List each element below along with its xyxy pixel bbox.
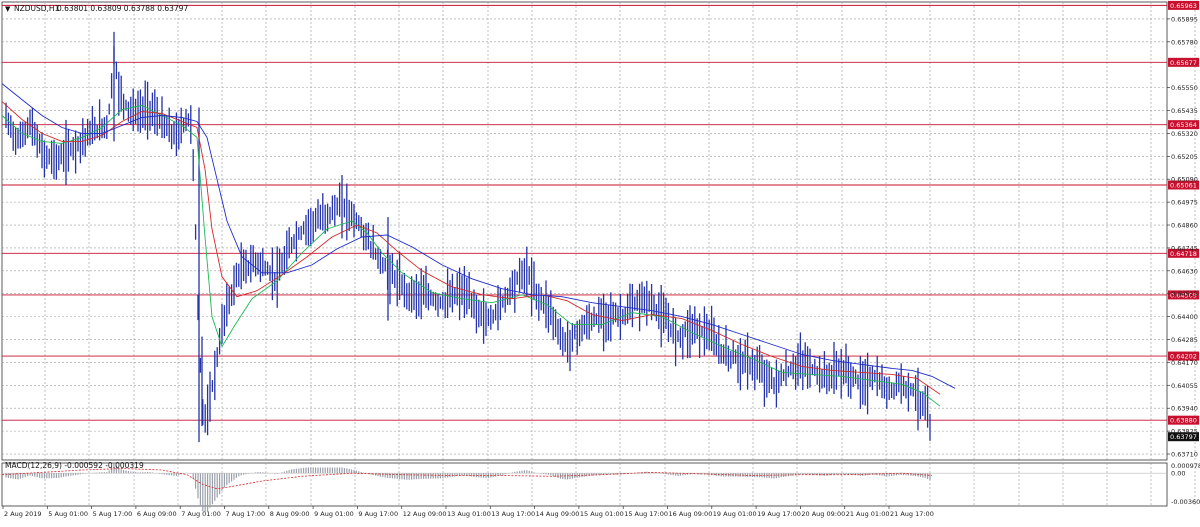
symbol-label: NZDUSD,H1: [14, 4, 60, 13]
time-label: 14 Aug 09:00: [536, 510, 580, 518]
time-label: 7 Aug 01:00: [181, 510, 221, 518]
time-label: 9 Aug 17:00: [358, 510, 398, 518]
price-tick-label: 0.64170: [1171, 359, 1198, 367]
time-label: 5 Aug 01:00: [48, 510, 88, 518]
time-label: 2 Aug 2019: [4, 510, 42, 518]
time-label: 12 Aug 09:00: [403, 510, 447, 518]
time-label: 9 Aug 01:00: [314, 510, 354, 518]
chart-header: ▼ NZDUSD,H1 0.63801 0.63809 0.63788 0.63…: [5, 4, 188, 13]
price-tick-label: 0.65320: [1171, 130, 1198, 138]
macd-header: MACD(12,26,9) -0.000592 -0.000319: [5, 461, 144, 470]
macd-tick-label: -0.003601: [1171, 498, 1200, 506]
price-tick-label: 0.64630: [1171, 267, 1198, 275]
price-tick-label: 0.65550: [1171, 84, 1198, 92]
chart-background: [0, 0, 1200, 523]
price-tick-label: 0.64860: [1171, 222, 1198, 230]
time-label: 13 Aug 01:00: [447, 510, 491, 518]
time-label: 5 Aug 17:00: [93, 510, 133, 518]
price-tick-label: 0.64400: [1171, 313, 1198, 321]
price-chart[interactable]: 0.659630.656770.653640.650610.647180.645…: [0, 0, 1200, 523]
price-tick-label: 0.65435: [1171, 107, 1198, 115]
price-tick-label: 0.64515: [1171, 290, 1198, 298]
time-label: 15 Aug 17:00: [624, 510, 668, 518]
time-label: 21 Aug 17:00: [890, 510, 934, 518]
price-tick-label: 0.63825: [1171, 428, 1198, 436]
time-label: 6 Aug 09:00: [137, 510, 177, 518]
level-tag-label: 0.65364: [1170, 121, 1197, 129]
time-label: 13 Aug 17:00: [491, 510, 535, 518]
time-label: 7 Aug 17:00: [226, 510, 266, 518]
price-tick-label: 0.63710: [1171, 451, 1198, 459]
time-label: 15 Aug 01:00: [580, 510, 624, 518]
time-label: 16 Aug 09:00: [669, 510, 713, 518]
level-tag-label: 0.65963: [1170, 2, 1197, 10]
price-tick-label: 0.64285: [1171, 336, 1198, 344]
price-tick-label: 0.63940: [1171, 405, 1198, 413]
time-label: 21 Aug 01:00: [846, 510, 890, 518]
level-tag-label: 0.65677: [1170, 59, 1197, 67]
price-tick-label: 0.64975: [1171, 199, 1198, 207]
price-tick-label: 0.64745: [1171, 244, 1198, 252]
time-label: 8 Aug 09:00: [270, 510, 310, 518]
price-tick-label: 0.65895: [1171, 15, 1198, 23]
price-tick-label: 0.64055: [1171, 382, 1198, 390]
price-tick-label: 0.65090: [1171, 176, 1198, 184]
time-label: 19 Aug 01:00: [713, 510, 757, 518]
macd-tick-label: 0.00: [1171, 470, 1185, 478]
price-tick-label: 0.65780: [1171, 38, 1198, 46]
price-tick-label: 0.65205: [1171, 153, 1198, 161]
ohlc-values: 0.63801 0.63809 0.63788 0.63797: [57, 4, 188, 13]
time-label: 19 Aug 17:00: [757, 510, 801, 518]
level-tag-label: 0.63880: [1170, 417, 1197, 425]
time-label: 20 Aug 09:00: [801, 510, 845, 518]
chart-window[interactable]: 0.65963 0.65677 0.65364 0.65061 0.64718 0.645…: [0, 0, 1200, 523]
collapse-arrow-icon[interactable]: ▼: [5, 5, 11, 13]
